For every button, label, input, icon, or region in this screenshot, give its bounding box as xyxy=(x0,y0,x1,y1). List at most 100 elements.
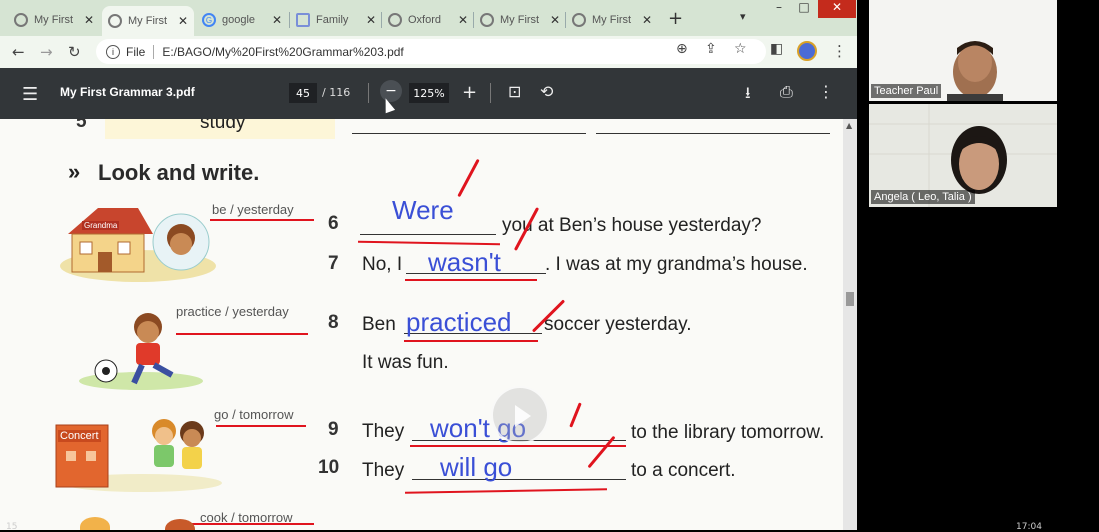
page-total: / 116 xyxy=(322,86,351,99)
item-number: 7 xyxy=(328,253,339,274)
handwritten-answer: will go xyxy=(440,452,513,482)
bookmark-star-icon[interactable]: ☆ xyxy=(734,41,747,57)
chrome-icon xyxy=(14,13,28,27)
tab-5[interactable]: Oxford ✕ xyxy=(382,6,474,34)
answer-blank xyxy=(596,133,830,134)
red-underline xyxy=(405,279,537,281)
address-bar-row: ← → ↻ i File E:/BAGO/My%20First%20Gramma… xyxy=(0,36,857,68)
close-icon[interactable]: ✕ xyxy=(642,13,652,27)
chrome-icon xyxy=(480,13,494,27)
participant-video-student: Angela ( Leo, Talia ) xyxy=(869,104,1057,207)
pdf-scrollbar[interactable]: ▲ xyxy=(843,119,857,530)
red-check-mark xyxy=(569,402,582,428)
kebab-menu-icon[interactable]: ⋮ xyxy=(832,42,847,60)
fit-page-icon[interactable]: ⊡ xyxy=(508,82,521,101)
zoom-in-button[interactable]: + xyxy=(462,82,477,103)
scrollbar-thumb[interactable] xyxy=(846,292,854,306)
hint-label: practice / yesterday xyxy=(176,304,289,319)
share-icon[interactable]: ⇪ xyxy=(705,41,717,57)
hint-label: be / yesterday xyxy=(212,202,294,217)
zoom-magnifier-icon[interactable]: ⊕ xyxy=(676,41,688,57)
handwritten-answer: wasn't xyxy=(428,247,501,277)
close-icon[interactable]: ✕ xyxy=(272,13,282,27)
video-play-button[interactable] xyxy=(491,386,549,444)
url-text: E:/BAGO/My%20First%20Grammar%203.pdf xyxy=(162,44,404,59)
status-time: 17:04 xyxy=(1016,522,1042,532)
handwritten-answer: Were xyxy=(392,195,454,225)
close-icon[interactable]: ✕ xyxy=(366,13,376,27)
double-chevron-icon: » xyxy=(68,159,81,184)
sentence-text: to a concert. xyxy=(631,460,736,481)
window-close-icon[interactable]: ✕ xyxy=(818,0,856,18)
tab-strip: My First ✕ My First ✕ G google ✕ Family … xyxy=(0,0,857,36)
sentence-text: to the library tomorrow. xyxy=(631,422,825,443)
bookmark-icon xyxy=(296,13,310,27)
tab-label: My First xyxy=(500,14,540,26)
reload-icon[interactable]: ↻ xyxy=(68,43,81,61)
red-underline xyxy=(210,219,314,221)
print-icon[interactable]: ⎙ xyxy=(780,82,793,102)
page-number-input[interactable]: 45 xyxy=(289,83,317,103)
red-underline xyxy=(216,425,306,427)
handwritten-answer: practiced xyxy=(406,307,512,337)
item-number: 5 xyxy=(76,119,87,132)
participant-video-teacher: Teacher Paul xyxy=(869,0,1057,101)
url-divider xyxy=(153,44,155,59)
download-icon[interactable]: ⭳ xyxy=(745,82,751,109)
exercise-heading: Look and write. xyxy=(98,160,260,185)
minimize-icon[interactable]: – xyxy=(768,0,790,18)
forward-arrow-icon[interactable]: → xyxy=(40,43,53,61)
more-options-icon[interactable]: ⋮ xyxy=(818,82,834,101)
hamburger-menu-icon[interactable]: ☰ xyxy=(22,84,38,105)
pdf-title: My First Grammar 3.pdf xyxy=(60,85,195,99)
sentence-text: It was fun. xyxy=(362,352,449,373)
browser-window: My First ✕ My First ✕ G google ✕ Family … xyxy=(0,0,857,530)
item-number: 10 xyxy=(318,457,340,478)
house-sign: Grandma xyxy=(82,221,120,230)
tab-label: My First xyxy=(128,15,168,27)
tab-2-active[interactable]: My First ✕ xyxy=(102,6,194,36)
tab-search-chevron-icon[interactable]: ▾ xyxy=(740,10,746,23)
close-icon[interactable]: ✕ xyxy=(458,13,468,27)
toolbar-divider xyxy=(368,83,369,103)
red-underline xyxy=(404,488,608,494)
tab-label: My First xyxy=(34,14,74,26)
info-icon[interactable]: i xyxy=(106,44,120,59)
chrome-icon xyxy=(108,14,122,28)
tab-label: Oxford xyxy=(408,14,442,26)
side-panel-icon[interactable]: ◧ xyxy=(770,41,783,57)
participant-name: Teacher Paul xyxy=(871,84,942,98)
tab-1[interactable]: My First ✕ xyxy=(8,6,100,34)
item-number: 6 xyxy=(328,213,339,234)
concert-sign: Concert xyxy=(58,430,101,442)
tab-6[interactable]: My First ✕ xyxy=(474,6,566,34)
tab-7[interactable]: My First ✕ xyxy=(566,6,658,34)
sentence-text: No, I xyxy=(362,254,403,275)
hint-label: go / tomorrow xyxy=(214,407,294,422)
zoom-level-input[interactable]: 125% xyxy=(409,83,449,103)
concert-kids-picture xyxy=(55,419,222,492)
tab-label: Family xyxy=(316,14,349,26)
close-icon[interactable]: ✕ xyxy=(178,14,188,28)
profile-avatar[interactable] xyxy=(797,41,817,61)
url-scheme: File xyxy=(126,44,146,59)
maximize-icon[interactable]: □ xyxy=(793,0,815,18)
tab-3[interactable]: G google ✕ xyxy=(196,6,288,34)
new-tab-icon[interactable]: + xyxy=(668,8,683,29)
red-underline xyxy=(176,333,308,335)
rotate-icon[interactable]: ⟲ xyxy=(540,82,553,101)
tab-4[interactable]: Family ✕ xyxy=(290,6,382,34)
red-underline xyxy=(410,445,626,447)
item-number: 9 xyxy=(328,419,339,440)
pdf-toolbar: ☰ My First Grammar 3.pdf 45 / 116 − 125%… xyxy=(0,68,857,119)
close-icon[interactable]: ✕ xyxy=(84,13,94,27)
url-input[interactable]: i File E:/BAGO/My%20First%20Grammar%203.… xyxy=(96,39,766,64)
back-arrow-icon[interactable]: ← xyxy=(12,43,25,61)
sentence-text: soccer yesterday. xyxy=(544,314,692,335)
partial-picture xyxy=(165,519,195,530)
scroll-up-icon[interactable]: ▲ xyxy=(846,121,852,130)
tab-label: google xyxy=(222,14,256,26)
red-underline xyxy=(404,340,538,342)
close-icon[interactable]: ✕ xyxy=(550,13,560,27)
chrome-icon xyxy=(572,13,586,27)
